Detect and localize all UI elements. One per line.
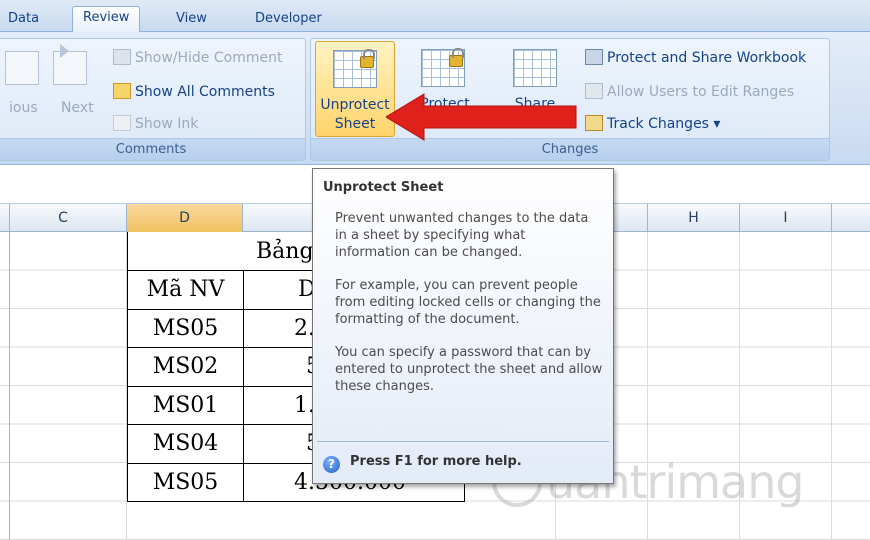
cell-employee-id[interactable]: MS02 bbox=[127, 347, 244, 387]
workbook-lock-icon bbox=[449, 48, 464, 67]
show-hide-comment-icon bbox=[113, 49, 131, 65]
unprotect-sheet-button[interactable]: Unprotect Sheet bbox=[315, 41, 395, 137]
tooltip-paragraph: Prevent unwanted changes to the data in … bbox=[335, 211, 589, 260]
protect-share-icon bbox=[585, 49, 603, 65]
cell-employee-id[interactable]: MS05 bbox=[127, 308, 244, 348]
tooltip-help[interactable]: ? Press F1 for more help. bbox=[323, 454, 522, 473]
show-hide-comment-label: Show/Hide Comment bbox=[135, 50, 283, 66]
show-all-comments-label: Show All Comments bbox=[135, 84, 275, 100]
tab-data[interactable]: Data bbox=[0, 8, 49, 32]
protect-share-workbook-button[interactable]: Protect and Share Workbook bbox=[585, 47, 806, 69]
track-changes-icon bbox=[585, 115, 603, 131]
column-header-d[interactable]: D bbox=[127, 204, 243, 232]
show-ink-button[interactable]: Show Ink bbox=[113, 113, 198, 135]
unprotect-sheet-tooltip: Unprotect Sheet Prevent unwanted changes… bbox=[312, 168, 614, 484]
tooltip-help-label: Press F1 for more help. bbox=[350, 454, 522, 469]
tooltip-paragraph: You can specify a password that can by e… bbox=[335, 345, 603, 394]
cell-employee-id[interactable]: MS01 bbox=[127, 385, 244, 425]
ribbon: ious Next Show/Hide Comment Show All Com… bbox=[0, 32, 870, 165]
comments-group: ious Next Show/Hide Comment Show All Com… bbox=[0, 38, 306, 161]
allow-users-label: Allow Users to Edit Ranges bbox=[607, 84, 795, 100]
track-changes-label: Track Changes ▾ bbox=[607, 116, 721, 132]
show-ink-label: Show Ink bbox=[135, 116, 199, 132]
tab-developer[interactable]: Developer bbox=[245, 8, 332, 32]
show-all-comments-icon bbox=[113, 83, 131, 99]
tab-review[interactable]: Review bbox=[72, 6, 141, 33]
column-header-c[interactable]: C bbox=[0, 204, 127, 232]
track-changes-button[interactable]: Track Changes ▾ bbox=[585, 113, 720, 135]
cell-employee-id[interactable]: MS04 bbox=[127, 424, 244, 464]
allow-users-icon bbox=[585, 83, 603, 99]
allow-users-edit-ranges-button[interactable]: Allow Users to Edit Ranges bbox=[585, 81, 794, 103]
help-icon: ? bbox=[323, 456, 340, 473]
row-header-strip bbox=[0, 204, 10, 540]
red-arrow-annotation bbox=[386, 93, 577, 141]
ribbon-tab-bar: Data Review View Developer bbox=[0, 0, 870, 33]
previous-comment-button[interactable]: ious bbox=[9, 97, 38, 119]
column-header-i[interactable]: I bbox=[740, 204, 832, 232]
cell-employee-id[interactable]: MS05 bbox=[127, 462, 244, 502]
tooltip-title: Unprotect Sheet bbox=[323, 180, 444, 195]
show-all-comments-button[interactable]: Show All Comments bbox=[113, 81, 275, 103]
next-comment-button[interactable]: Next bbox=[61, 97, 94, 119]
protect-share-label: Protect and Share Workbook bbox=[607, 50, 807, 66]
unprotect-sheet-label-line2: Sheet bbox=[334, 116, 376, 132]
header-cell-ma-nv[interactable]: Mã NV bbox=[127, 270, 244, 310]
previous-comment-icon bbox=[5, 51, 39, 85]
tooltip-divider bbox=[317, 441, 609, 442]
unprotect-sheet-label: Unprotect Sheet bbox=[316, 96, 394, 134]
next-comment-icon bbox=[53, 44, 87, 85]
share-workbook-icon bbox=[513, 49, 557, 87]
show-ink-icon bbox=[113, 115, 131, 131]
comments-group-label: Comments bbox=[0, 138, 305, 160]
tooltip-paragraph: For example, you can prevent people from… bbox=[335, 278, 601, 327]
unprotect-sheet-label-line1: Unprotect bbox=[320, 97, 390, 113]
tab-view[interactable]: View bbox=[166, 8, 217, 32]
lock-icon bbox=[360, 49, 375, 68]
show-hide-comment-button[interactable]: Show/Hide Comment bbox=[113, 47, 282, 69]
gridline bbox=[831, 232, 832, 540]
column-header-h[interactable]: H bbox=[648, 204, 740, 232]
